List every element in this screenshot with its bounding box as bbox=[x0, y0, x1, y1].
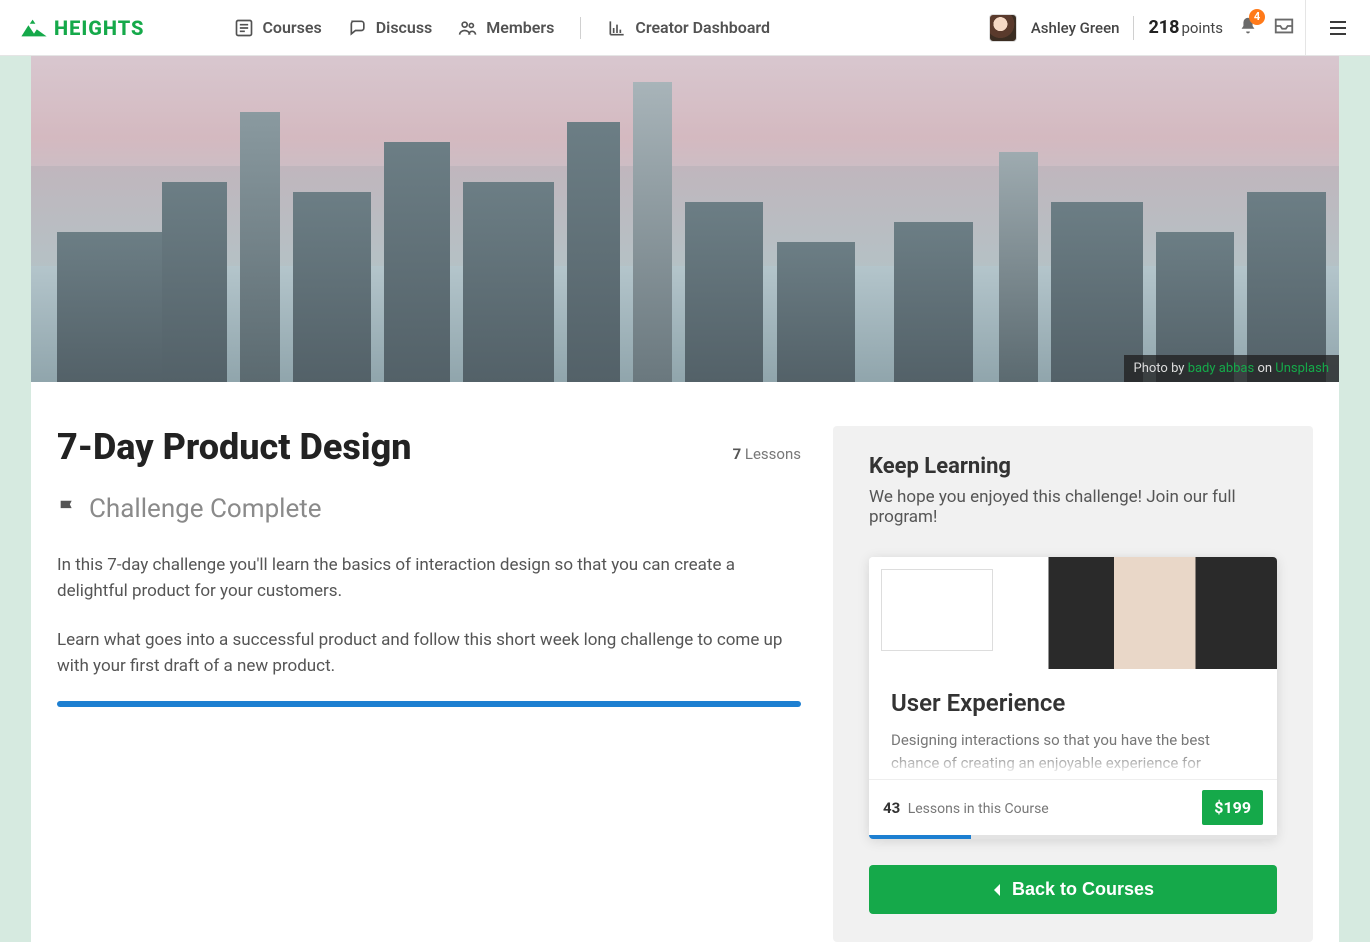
back-to-courses-button[interactable]: Back to Courses bbox=[869, 865, 1277, 914]
card-lesson-count: 43 Lessons in this Course bbox=[883, 799, 1049, 817]
sidebar-subtitle: We hope you enjoyed this challenge! Join… bbox=[869, 487, 1277, 527]
card-progress-fill bbox=[869, 835, 971, 839]
brand-name: HEIGHTS bbox=[54, 16, 144, 40]
user-area: Ashley Green 218points 4 bbox=[989, 14, 1295, 42]
notification-badge: 4 bbox=[1249, 9, 1265, 25]
mountain-icon bbox=[20, 18, 48, 38]
notifications-button[interactable]: 4 bbox=[1237, 15, 1259, 41]
nav-divider bbox=[580, 17, 581, 39]
topbar: HEIGHTS Courses Discuss Members Creator … bbox=[0, 0, 1370, 56]
caret-left-icon bbox=[992, 883, 1002, 897]
nav-item-members[interactable]: Members bbox=[458, 18, 554, 38]
book-icon bbox=[234, 18, 254, 38]
skyline-illustration bbox=[31, 56, 1339, 382]
title-row: 7-Day Product Design 7 Lessons bbox=[57, 426, 801, 468]
avatar[interactable] bbox=[989, 14, 1017, 42]
price-badge: $199 bbox=[1202, 790, 1263, 825]
inbox-icon bbox=[1273, 15, 1295, 37]
featured-course-card[interactable]: User Experience Designing interactions s… bbox=[869, 557, 1277, 839]
chat-icon bbox=[348, 18, 368, 38]
card-progress bbox=[869, 835, 1277, 839]
sidebar: Keep Learning We hope you enjoyed this c… bbox=[833, 426, 1313, 942]
lesson-count: 7 Lessons bbox=[733, 445, 801, 463]
main-column: 7-Day Product Design 7 Lessons Challenge… bbox=[57, 426, 801, 942]
course-title: 7-Day Product Design bbox=[57, 426, 411, 468]
main-nav: Courses Discuss Members Creator Dashboar… bbox=[234, 17, 770, 39]
photo-credit: Photo by bady abbas on Unsplash bbox=[1124, 355, 1339, 382]
card-image bbox=[869, 557, 1277, 669]
chart-icon bbox=[607, 18, 627, 38]
card-footer: 43 Lessons in this Course $199 bbox=[869, 779, 1277, 835]
challenge-status: Challenge Complete bbox=[57, 494, 801, 524]
sidebar-title: Keep Learning bbox=[869, 454, 1277, 479]
divider bbox=[1133, 16, 1134, 40]
people-icon bbox=[458, 18, 478, 38]
nav-item-dashboard[interactable]: Creator Dashboard bbox=[607, 18, 770, 38]
username[interactable]: Ashley Green bbox=[1031, 19, 1120, 37]
content: 7-Day Product Design 7 Lessons Challenge… bbox=[31, 382, 1339, 942]
course-progress bbox=[57, 701, 801, 707]
course-progress-fill bbox=[57, 701, 801, 707]
page-shell: Photo by bady abbas on Unsplash 7-Day Pr… bbox=[31, 56, 1339, 942]
nav-item-courses[interactable]: Courses bbox=[234, 18, 321, 38]
card-description: Designing interactions so that you have … bbox=[891, 729, 1255, 775]
hamburger-menu[interactable] bbox=[1305, 0, 1350, 56]
inbox-button[interactable] bbox=[1273, 15, 1295, 41]
hamburger-icon bbox=[1326, 16, 1350, 40]
course-description: In this 7-day challenge you'll learn the… bbox=[57, 552, 801, 679]
credit-author-link[interactable]: bady abbas bbox=[1188, 361, 1255, 376]
card-title: User Experience bbox=[891, 689, 1255, 717]
nav-item-discuss[interactable]: Discuss bbox=[348, 18, 433, 38]
credit-source-link[interactable]: Unsplash bbox=[1275, 361, 1329, 376]
brand-logo[interactable]: HEIGHTS bbox=[20, 16, 144, 40]
hero-image: Photo by bady abbas on Unsplash bbox=[31, 56, 1339, 382]
card-body: User Experience Designing interactions s… bbox=[869, 669, 1277, 779]
flag-icon bbox=[57, 498, 79, 520]
points-display: 218points bbox=[1148, 17, 1223, 38]
